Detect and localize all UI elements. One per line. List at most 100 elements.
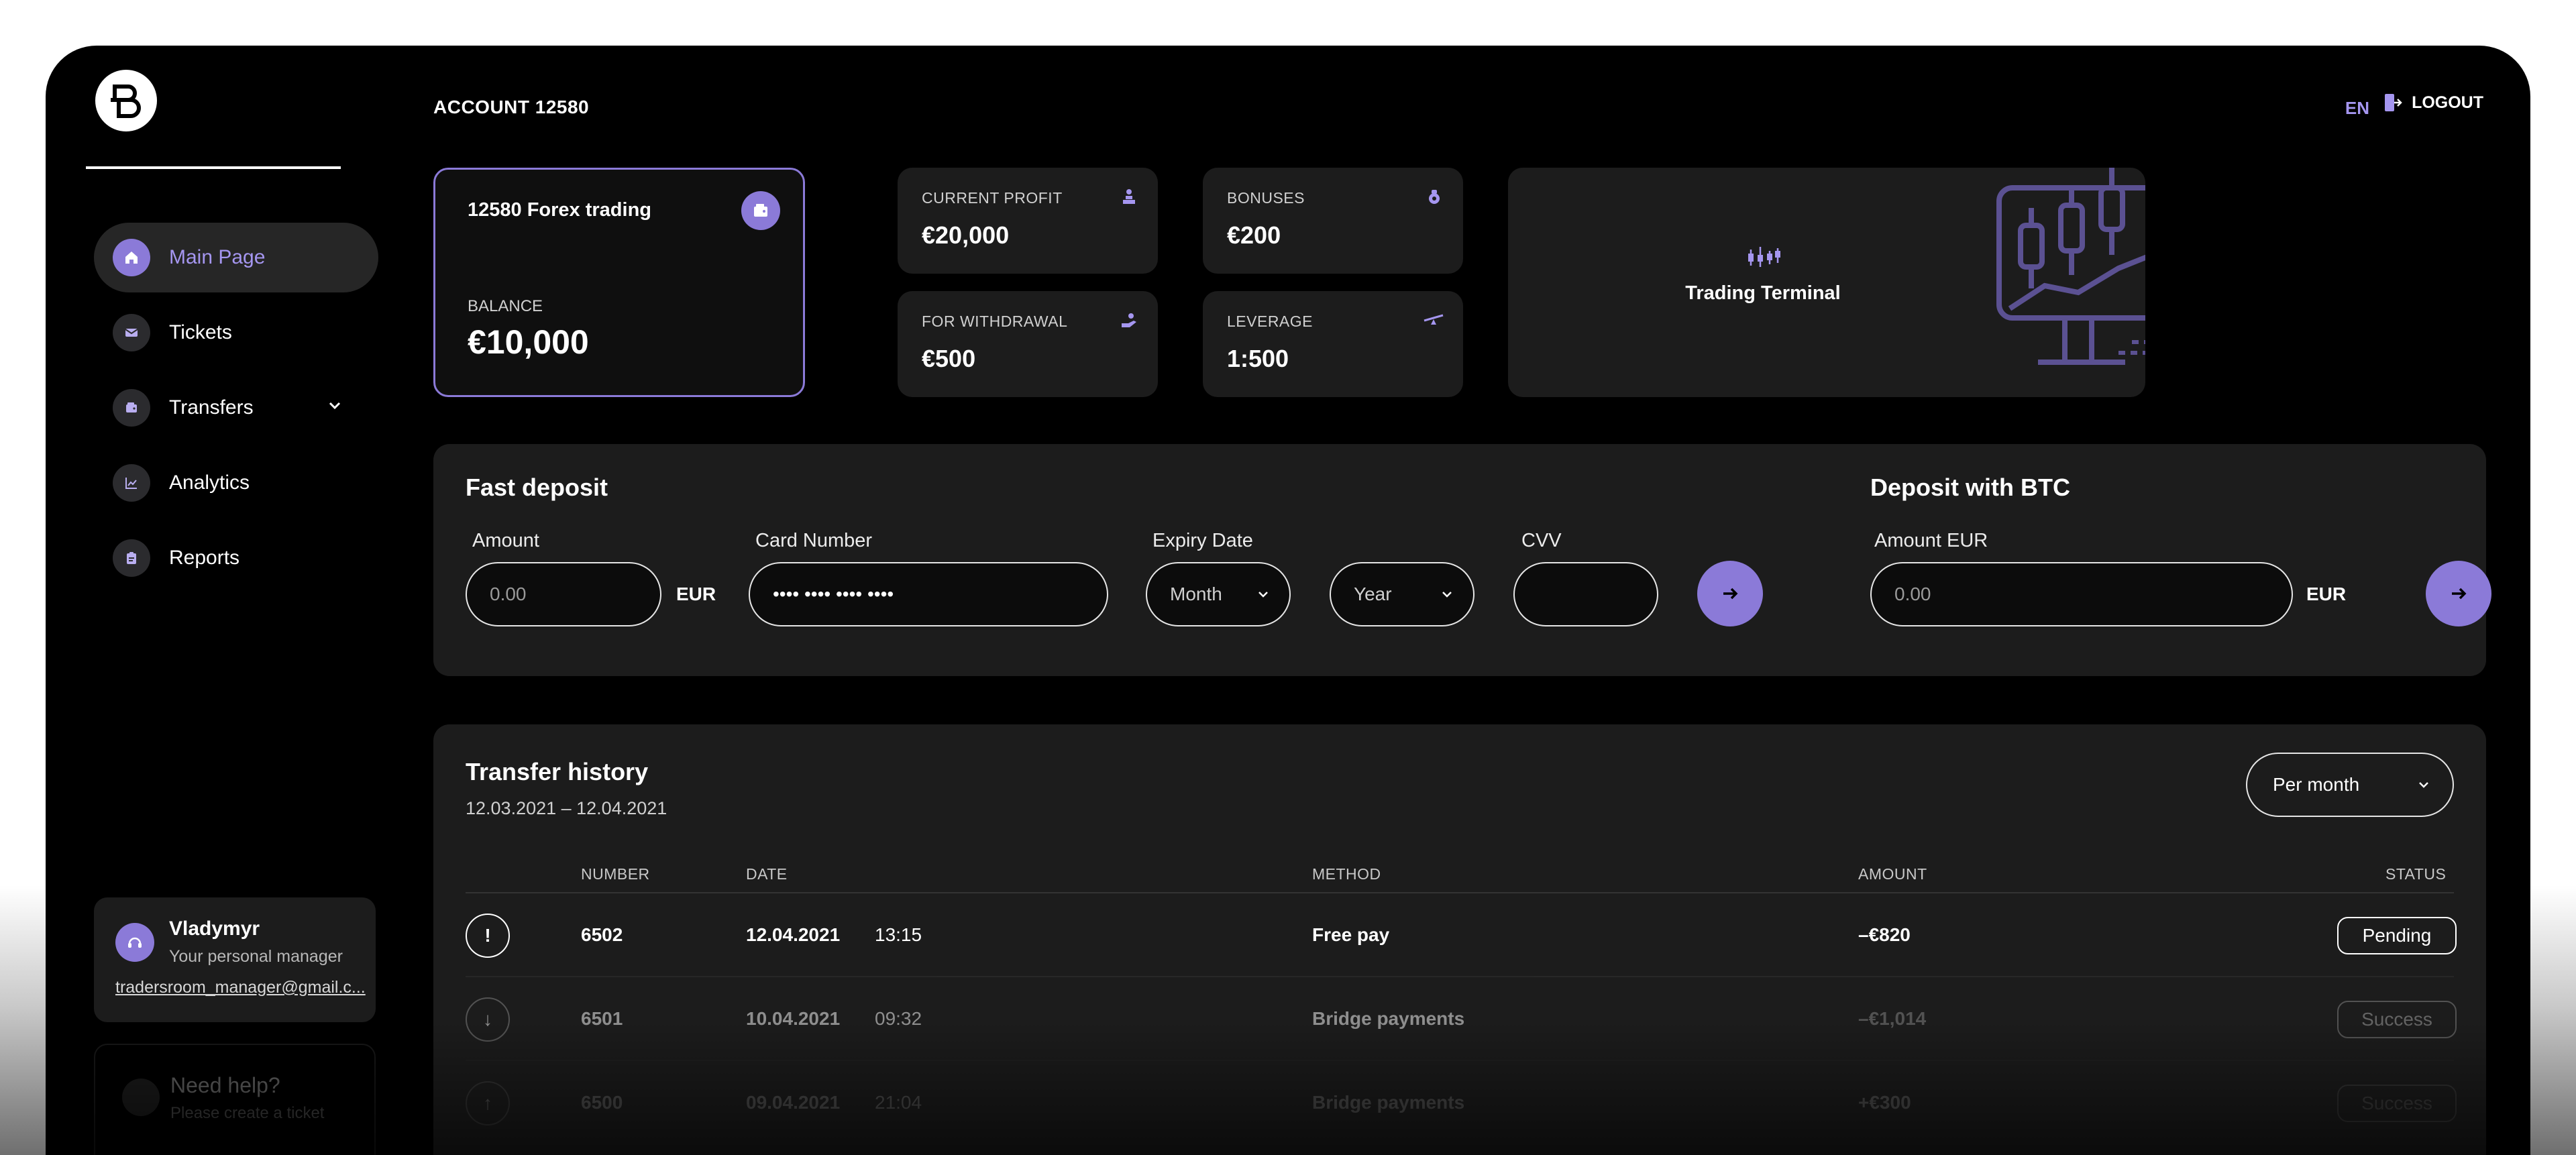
column-header-date[interactable]: DATE bbox=[746, 865, 788, 883]
row-time: 13:15 bbox=[875, 924, 922, 945]
stat-label: LEVERAGE bbox=[1227, 313, 1313, 330]
period-select[interactable]: Per month bbox=[2246, 753, 2454, 817]
column-header-method[interactable]: METHOD bbox=[1312, 865, 1381, 883]
profit-icon bbox=[1119, 186, 1139, 210]
fast-deposit-submit-button[interactable] bbox=[1697, 561, 1763, 626]
stat-value: €500 bbox=[922, 345, 976, 372]
main-content: ACCOUNT 12580 EN LOGOUT 12580 Forex trad… bbox=[433, 46, 2530, 1155]
logout-icon bbox=[2385, 94, 2402, 111]
expiry-date-label: Expiry Date bbox=[1152, 530, 1253, 551]
personal-manager-card: Vladymyr Your personal manager tradersro… bbox=[94, 897, 376, 1022]
amount-input[interactable]: 0.00 bbox=[466, 562, 661, 626]
cvv-input[interactable] bbox=[1513, 562, 1658, 626]
row-method: Bridge payments bbox=[1312, 1092, 1465, 1113]
cvv-label: CVV bbox=[1521, 530, 1562, 551]
year-value: Year bbox=[1354, 584, 1392, 604]
account-balance-card[interactable]: 12580 Forex trading BALANCE €10,000 bbox=[433, 168, 805, 397]
stat-label: BONUSES bbox=[1227, 189, 1305, 207]
stat-label: CURRENT PROFIT bbox=[922, 189, 1063, 207]
sidebar: Main Page Tickets Transfers Analytics Re… bbox=[46, 46, 408, 1155]
row-number: 6500 bbox=[581, 1092, 623, 1113]
chevron-down-icon bbox=[1258, 592, 1268, 598]
home-icon bbox=[113, 239, 150, 276]
help-subtitle: Please create a ticket bbox=[170, 1104, 325, 1122]
date-range: 12.03.2021 – 12.04.2021 bbox=[466, 798, 667, 818]
sidebar-item-label: Main Page bbox=[169, 246, 266, 268]
row-date: 12.04.2021 bbox=[746, 924, 841, 945]
row-amount: +€300 bbox=[1858, 1092, 1911, 1113]
language-selector[interactable]: EN bbox=[2345, 98, 2369, 119]
deposit-panel: Fast deposit Amount 0.00 EUR Card Number… bbox=[433, 444, 2491, 676]
row-amount: –€820 bbox=[1858, 924, 1911, 945]
bonuses-card: BONUSES €200 bbox=[1203, 168, 1463, 274]
row-time: 21:04 bbox=[875, 1092, 922, 1113]
lever-icon bbox=[1423, 310, 1444, 333]
help-icon bbox=[122, 1079, 160, 1116]
expiry-year-select[interactable]: Year bbox=[1330, 562, 1474, 626]
sidebar-item-transfers[interactable]: Transfers bbox=[94, 373, 378, 443]
arrow-right-icon bbox=[1723, 588, 1738, 600]
chart-icon bbox=[113, 464, 150, 502]
manager-name: Vladymyr bbox=[169, 918, 260, 940]
brand-logo-mark bbox=[111, 85, 141, 118]
logout-button[interactable]: LOGOUT bbox=[2383, 93, 2483, 113]
stat-value: 1:500 bbox=[1227, 345, 1289, 372]
stat-value: €20,000 bbox=[922, 221, 1010, 249]
card-number-input[interactable]: •••• •••• •••• •••• bbox=[749, 562, 1108, 626]
withdrawal-card: FOR WITHDRAWAL €500 bbox=[898, 291, 1158, 397]
row-method: Free pay bbox=[1312, 924, 1390, 945]
manager-role: Your personal manager bbox=[169, 947, 343, 966]
table-row[interactable]: ↓ 6501 10.04.2021 09:32 Bridge payments … bbox=[466, 976, 2457, 1060]
btc-amount-input[interactable]: 0.00 bbox=[1870, 562, 2293, 626]
wallet-icon bbox=[741, 191, 780, 230]
balance-value: €10,000 bbox=[468, 323, 589, 361]
sidebar-item-label: Reports bbox=[169, 547, 240, 569]
stat-label: FOR WITHDRAWAL bbox=[922, 313, 1068, 330]
brand-logo[interactable] bbox=[95, 70, 157, 131]
clipboard-icon bbox=[113, 539, 150, 577]
sidebar-item-analytics[interactable]: Analytics bbox=[94, 448, 378, 518]
table-row[interactable]: ! 6502 12.04.2021 13:15 Free pay –€820 P… bbox=[466, 892, 2457, 976]
column-header-status[interactable]: STATUS bbox=[2385, 865, 2446, 883]
sidebar-item-label: Analytics bbox=[169, 472, 250, 494]
chevron-down-icon bbox=[2419, 782, 2428, 788]
status-badge: Success bbox=[2337, 1001, 2457, 1038]
table-row[interactable]: ↑ 6500 09.04.2021 21:04 Bridge payments … bbox=[466, 1060, 2457, 1144]
money-bag-icon bbox=[1424, 186, 1444, 210]
sidebar-item-reports[interactable]: Reports bbox=[94, 523, 378, 593]
transfer-history-panel: Transfer history 12.03.2021 – 12.04.2021… bbox=[433, 724, 2486, 1155]
monitor-chart-icon bbox=[1996, 168, 2145, 365]
app-window: Main Page Tickets Transfers Analytics Re… bbox=[46, 46, 2530, 1155]
fast-deposit-title: Fast deposit bbox=[466, 474, 608, 501]
leverage-card: LEVERAGE 1:500 bbox=[1203, 291, 1463, 397]
sidebar-item-label: Transfers bbox=[169, 396, 254, 419]
envelope-icon bbox=[113, 314, 150, 351]
transfer-history-title: Transfer history bbox=[466, 758, 649, 785]
row-date: 10.04.2021 bbox=[746, 1008, 841, 1029]
candlestick-icon bbox=[1748, 247, 1780, 267]
column-header-number[interactable]: NUMBER bbox=[581, 865, 650, 883]
manager-email-link[interactable]: tradersroom_manager@gmail.c... bbox=[115, 978, 366, 997]
status-badge: Pending bbox=[2337, 917, 2457, 954]
trading-terminal-label: Trading Terminal bbox=[1685, 282, 1841, 304]
trading-terminal-card[interactable]: Trading Terminal bbox=[1508, 168, 2145, 397]
amount-eur-label: Amount EUR bbox=[1874, 530, 1988, 551]
sidebar-item-main-page[interactable]: Main Page bbox=[94, 223, 378, 292]
sidebar-item-tickets[interactable]: Tickets bbox=[94, 298, 378, 368]
sidebar-divider bbox=[86, 166, 341, 169]
currency-label: EUR bbox=[676, 584, 716, 604]
arrow-down-icon: ↓ bbox=[466, 997, 510, 1042]
expiry-month-select[interactable]: Month bbox=[1146, 562, 1291, 626]
column-header-amount[interactable]: AMOUNT bbox=[1858, 865, 1927, 883]
hand-coin-icon bbox=[1119, 310, 1139, 333]
row-date: 09.04.2021 bbox=[746, 1092, 841, 1113]
sidebar-item-label: Tickets bbox=[169, 321, 232, 343]
btc-deposit-submit-button[interactable] bbox=[2426, 561, 2491, 626]
status-badge: Success bbox=[2337, 1085, 2457, 1122]
month-value: Month bbox=[1170, 584, 1222, 604]
page-title: ACCOUNT 12580 bbox=[433, 97, 590, 117]
row-number: 6502 bbox=[581, 924, 623, 945]
need-help-card[interactable]: Need help? Please create a ticket bbox=[94, 1044, 376, 1155]
chevron-down-icon[interactable] bbox=[326, 397, 343, 418]
arrow-right-icon bbox=[2452, 588, 2467, 600]
